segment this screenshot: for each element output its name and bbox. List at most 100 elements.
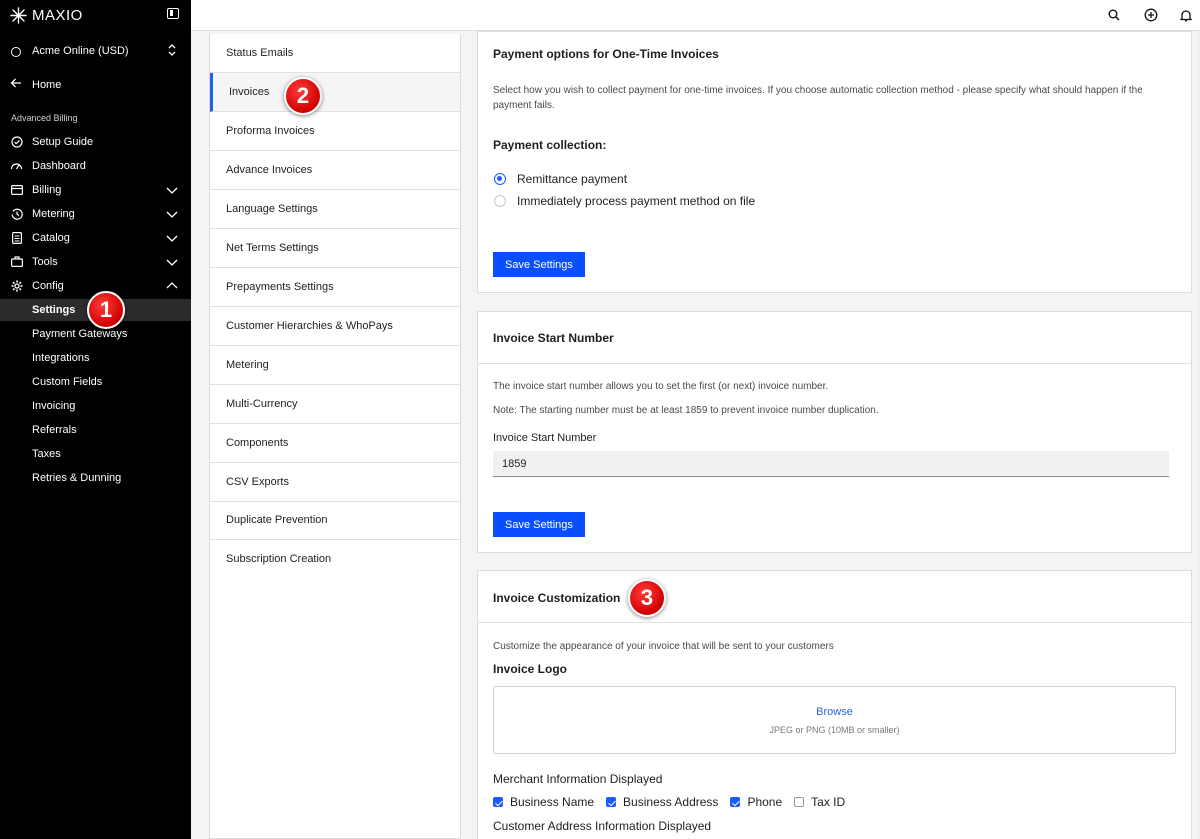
radio-remittance[interactable]: Remittance payment (494, 171, 627, 187)
sidebar-item-metering[interactable]: Metering (0, 203, 191, 225)
checkbox-business-name[interactable] (493, 797, 503, 807)
settings-menu-item-active[interactable]: Invoices (210, 73, 460, 112)
add-circle-icon[interactable] (1143, 7, 1159, 23)
card-description: Customize the appearance of your invoice… (493, 641, 834, 652)
merchant-info-options: Business Name Business Address Phone Tax… (493, 795, 857, 809)
chevron-up-icon (166, 279, 178, 291)
sidebar-item-tools[interactable]: Tools (0, 251, 191, 273)
toolbox-icon (10, 255, 23, 268)
sidebar-subitem-custom-fields[interactable]: Custom Fields (0, 371, 191, 393)
sidebar-subitem-referrals[interactable]: Referrals (0, 419, 191, 441)
upload-hint: JPEG or PNG (10MB or smaller) (769, 725, 900, 735)
sidebar-subitem-integrations[interactable]: Integrations (0, 347, 191, 369)
settings-menu-item[interactable]: Proforma Invoices (210, 112, 460, 151)
card-note: Note: The starting number must be at lea… (493, 405, 879, 416)
updown-chevron-icon (168, 44, 176, 57)
sidebar: MAXIO Acme Online (USD) Home Advanced Bi… (0, 0, 191, 839)
save-settings-button[interactable]: Save Settings (493, 252, 585, 277)
checkbox-tax-id[interactable] (794, 797, 805, 807)
chevron-down-icon (166, 255, 178, 267)
checkbox-label: Business Name (510, 795, 595, 809)
sidebar-subitem-taxes[interactable]: Taxes (0, 443, 191, 465)
radio-button[interactable] (494, 195, 506, 207)
settings-menu-item[interactable]: Metering (210, 346, 460, 385)
radio-immediate-process[interactable]: Immediately process payment method on fi… (494, 193, 755, 209)
settings-menu-item[interactable]: Advance Invoices (210, 151, 460, 190)
sidebar-item-label: Metering (32, 208, 75, 220)
sidebar-subitem-label: Referrals (32, 424, 77, 436)
customer-address-label: Customer Address Information Displayed (493, 819, 712, 833)
chevron-down-icon (166, 207, 178, 219)
account-switcher[interactable]: Acme Online (USD) (0, 40, 191, 64)
settings-menu-item[interactable]: CSV Exports (210, 463, 460, 502)
sidebar-item-home[interactable]: Home (0, 74, 191, 96)
maxio-logo-icon (10, 6, 27, 24)
sidebar-collapse-icon[interactable] (167, 8, 179, 19)
step-marker-2: 2 (284, 77, 322, 115)
settings-menu-label: Duplicate Prevention (226, 514, 328, 526)
field-label: Invoice Start Number (493, 432, 597, 444)
settings-menu-item[interactable]: Language Settings (210, 190, 460, 229)
sidebar-item-setup-guide[interactable]: Setup Guide (0, 131, 191, 153)
logo-dropzone[interactable]: Browse JPEG or PNG (10MB or smaller) (493, 686, 1176, 754)
settings-menu-label: Status Emails (226, 47, 294, 59)
sidebar-item-catalog[interactable]: Catalog (0, 227, 191, 249)
invoice-start-number-card: Invoice Start Number The invoice start n… (477, 311, 1192, 553)
card-title: Invoice Start Number (493, 331, 614, 345)
checkbox-phone[interactable] (730, 797, 741, 807)
sidebar-subitem-label: Taxes (32, 448, 61, 460)
settings-menu-label: CSV Exports (226, 476, 289, 488)
sidebar-item-label: Tools (32, 256, 58, 268)
checkbox-label: Phone (747, 795, 783, 809)
settings-menu-label: Metering (226, 359, 269, 371)
sidebar-subitem-label: Integrations (32, 352, 90, 364)
card-header: Invoice Customization (478, 571, 1191, 623)
sidebar-subitem-invoicing[interactable]: Invoicing (0, 395, 191, 417)
history-icon (10, 207, 23, 220)
top-bar (191, 0, 1200, 31)
search-icon[interactable] (1106, 7, 1122, 23)
checkbox-label: Tax ID (811, 795, 846, 809)
settings-menu-label: Proforma Invoices (226, 125, 315, 137)
sidebar-item-label: Catalog (32, 232, 70, 244)
checkbox-business-address[interactable] (606, 797, 617, 807)
gear-icon (10, 279, 23, 292)
browse-link[interactable]: Browse (494, 706, 1175, 718)
document-icon (10, 231, 23, 244)
account-status-icon (11, 47, 21, 57)
settings-menu-item[interactable]: Subscription Creation (210, 540, 460, 579)
settings-menu-item[interactable]: Components (210, 424, 460, 463)
maxio-logo[interactable]: MAXIO (10, 6, 83, 24)
sidebar-item-label: Config (32, 280, 64, 292)
sidebar-subitem-label: Payment Gateways (32, 328, 128, 340)
sidebar-item-billing[interactable]: Billing (0, 179, 191, 201)
settings-menu-label: Invoices (229, 86, 270, 98)
settings-menu-label: Customer Hierarchies & WhoPays (226, 320, 393, 332)
settings-menu-item[interactable]: Duplicate Prevention (210, 501, 460, 540)
sidebar-item-dashboard[interactable]: Dashboard (0, 155, 191, 177)
radio-button-checked[interactable] (494, 173, 506, 185)
sidebar-item-label: Home (32, 79, 62, 91)
radio-label: Immediately process payment method on fi… (517, 194, 756, 208)
card-header: Invoice Start Number (478, 312, 1191, 364)
card-title: Payment options for One-Time Invoices (493, 47, 719, 61)
payment-options-card: Payment options for One-Time Invoices Se… (477, 31, 1192, 293)
settings-menu-item[interactable]: Status Emails (210, 34, 460, 73)
settings-menu-label: Language Settings (226, 203, 318, 215)
bell-icon[interactable] (1178, 7, 1194, 23)
sidebar-item-label: Setup Guide (32, 136, 94, 148)
settings-menu-label: Components (226, 437, 289, 449)
settings-menu-label: Net Terms Settings (226, 242, 319, 254)
sidebar-item-label: Dashboard (32, 160, 86, 172)
step-marker-1: 1 (87, 291, 125, 329)
settings-menu-item[interactable]: Multi-Currency (210, 385, 460, 424)
arrow-left-icon (10, 77, 22, 92)
invoice-start-number-input[interactable] (493, 451, 1169, 477)
sidebar-section-title: Advanced Billing (11, 113, 78, 123)
sidebar-subitem-retries-dunning[interactable]: Retries & Dunning (0, 467, 191, 489)
settings-menu-label: Multi-Currency (226, 398, 298, 410)
save-settings-button[interactable]: Save Settings (493, 512, 585, 537)
settings-menu-item[interactable]: Net Terms Settings (210, 229, 460, 268)
settings-menu-item[interactable]: Customer Hierarchies & WhoPays (210, 307, 460, 346)
settings-menu-item[interactable]: Prepayments Settings (210, 268, 460, 307)
